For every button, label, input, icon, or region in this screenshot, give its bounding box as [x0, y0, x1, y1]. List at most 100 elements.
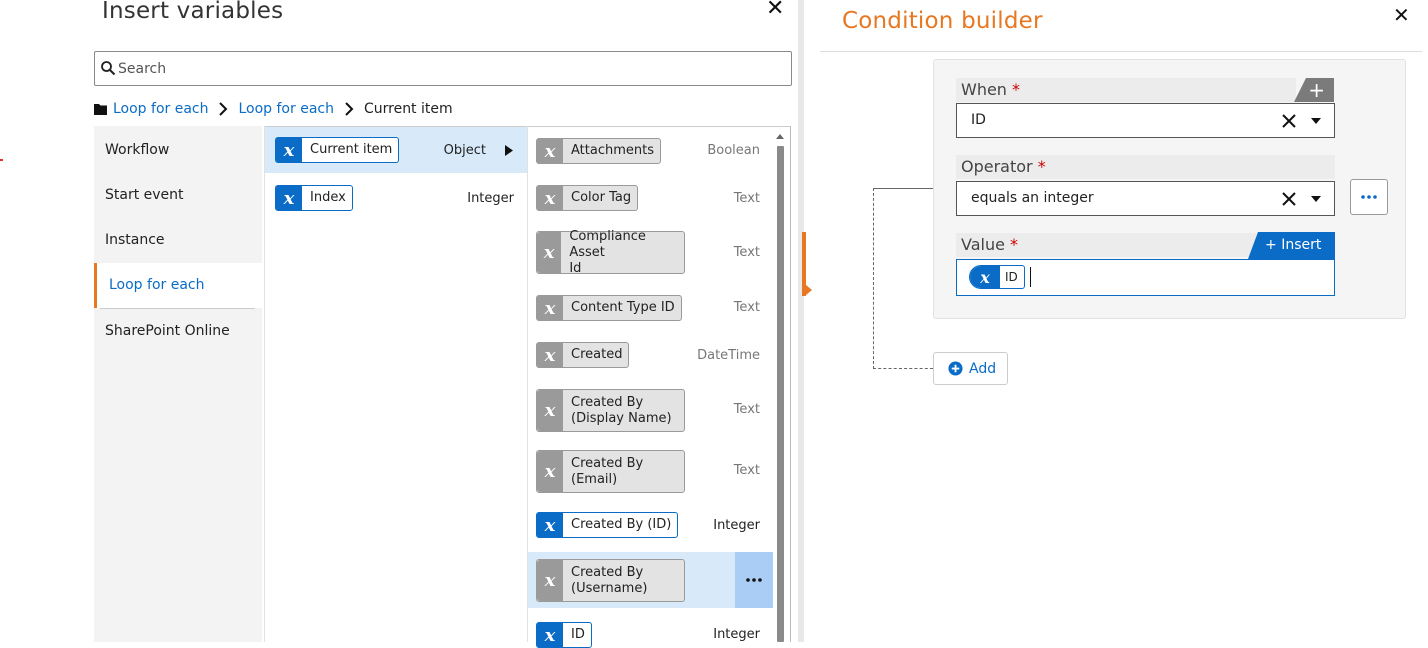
- caret-right-icon[interactable]: [505, 145, 513, 156]
- variable-token-id[interactable]: x ID: [536, 622, 592, 648]
- variable-token-current-item[interactable]: x Current item: [275, 137, 400, 163]
- when-field[interactable]: ID: [956, 103, 1335, 138]
- operator-value: equals an integer: [971, 190, 1094, 206]
- plus-icon: +: [1265, 237, 1277, 253]
- variable-type: Text: [733, 245, 760, 260]
- variable-type: Text: [733, 463, 760, 478]
- variable-icon: x: [537, 560, 563, 601]
- divider: [100, 308, 255, 309]
- variable-token-label: Index: [310, 190, 346, 205]
- variable-token-index[interactable]: x Index: [275, 185, 353, 211]
- value-variable-token[interactable]: x ID: [969, 265, 1025, 289]
- value-label: Value *: [956, 233, 1256, 257]
- variable-token-compliance-asset-id[interactable]: x Compliance Asset Id: [536, 228, 685, 276]
- breadcrumb-current: Current item: [363, 101, 453, 117]
- text-cursor: [1030, 267, 1031, 287]
- variable-token-label: Created By (Email): [571, 455, 644, 487]
- nav-item-instance[interactable]: Instance: [94, 218, 262, 263]
- variable-type: Text: [733, 402, 760, 417]
- tree-connector: [873, 368, 933, 369]
- variable-token-created-by-username[interactable]: x Created By (Username): [536, 559, 685, 602]
- variable-token-created-by-display-name[interactable]: x Created By (Display Name): [536, 389, 685, 432]
- variable-icon: x: [537, 451, 563, 492]
- variable-icon: x: [537, 185, 563, 211]
- edge-marker: [0, 159, 3, 161]
- variable-token-label: Created By (Username): [571, 564, 648, 596]
- variable-icon: x: [970, 266, 1000, 288]
- nav-item-start-event[interactable]: Start event: [94, 173, 262, 218]
- nav-item-sharepoint-online[interactable]: SharePoint Online: [94, 309, 262, 354]
- variable-type: Text: [733, 300, 760, 315]
- condition-builder-title: Condition builder: [842, 8, 1043, 34]
- variable-type: Object: [443, 143, 486, 158]
- breadcrumb-link-2[interactable]: Loop for each: [238, 101, 333, 117]
- divider: [790, 126, 791, 642]
- insert-variables-title: Insert variables: [102, 0, 284, 24]
- variable-type: DateTime: [697, 348, 760, 363]
- scrollbar-thumb[interactable]: [777, 146, 784, 642]
- more-options-button[interactable]: [1350, 179, 1388, 215]
- tree-connector: [873, 188, 933, 189]
- variable-token-created[interactable]: x Created: [536, 342, 630, 368]
- search-input[interactable]: [118, 56, 778, 82]
- nav-background: [94, 370, 262, 642]
- variable-icon: x: [537, 342, 563, 368]
- variable-type: Text: [733, 191, 760, 206]
- folder-icon: [94, 104, 107, 115]
- variable-token-label: Attachments: [571, 143, 654, 158]
- clear-icon[interactable]: [1282, 114, 1296, 128]
- more-options-button[interactable]: [735, 552, 773, 608]
- chevron-right-icon: [219, 102, 228, 116]
- dropdown-caret-icon[interactable]: [1311, 196, 1321, 202]
- variable-type: Integer: [713, 627, 760, 642]
- variable-icon: x: [537, 512, 563, 538]
- tree-connector: [873, 188, 874, 369]
- variable-token-label: Created By (ID): [571, 517, 672, 532]
- ellipsis-icon: [746, 578, 762, 582]
- breadcrumb-link-1[interactable]: Loop for each: [113, 101, 208, 117]
- variable-token-attachments[interactable]: x Attachments: [536, 138, 661, 164]
- add-circle-icon: [948, 361, 963, 376]
- variable-icon: x: [537, 232, 562, 273]
- variable-icon: x: [537, 390, 563, 431]
- close-icon[interactable]: ✕: [766, 0, 784, 21]
- operator-label: Operator *: [956, 155, 1335, 179]
- nav-item-workflow[interactable]: Workflow: [94, 128, 262, 173]
- when-value: ID: [971, 112, 986, 128]
- operator-field[interactable]: equals an integer: [956, 181, 1335, 216]
- variable-token-label: ID: [1005, 270, 1018, 284]
- variable-token-label: Current item: [310, 142, 393, 157]
- variable-token-created-by-id[interactable]: x Created By (ID): [536, 512, 679, 538]
- divider: [264, 126, 265, 642]
- dropdown-caret-icon[interactable]: [1311, 118, 1321, 124]
- variable-token-label: Created: [571, 347, 623, 362]
- variable-icon: x: [276, 185, 302, 211]
- scroll-up-arrow-icon[interactable]: [775, 131, 785, 141]
- divider: [820, 51, 1422, 52]
- chevron-right-icon: [345, 102, 354, 116]
- nav-item-loop-for-each[interactable]: Loop for each: [94, 263, 262, 308]
- variable-type: Integer: [467, 191, 514, 206]
- variable-token-label: Created By (Display Name): [571, 394, 672, 426]
- ellipsis-icon: [1361, 195, 1377, 199]
- variable-token-label: Color Tag: [571, 190, 632, 205]
- variable-token-color-tag[interactable]: x Color Tag: [536, 185, 639, 211]
- variable-icon: x: [276, 137, 302, 163]
- variable-category-nav: Workflow Start event Instance Loop for e…: [94, 126, 262, 370]
- insert-variable-button[interactable]: + Insert: [1248, 232, 1335, 259]
- variable-icon: x: [537, 295, 563, 321]
- close-icon[interactable]: ✕: [1393, 3, 1410, 27]
- search-icon: [101, 61, 116, 76]
- clear-icon[interactable]: [1282, 192, 1296, 206]
- variable-token-content-type-id[interactable]: x Content Type ID: [536, 295, 682, 321]
- variable-icon: x: [537, 138, 563, 164]
- add-label: Add: [969, 360, 997, 377]
- active-indicator-arrow: [806, 285, 812, 295]
- variable-token-label: Compliance Asset Id: [569, 228, 646, 276]
- when-label: When *: [956, 78, 1296, 102]
- variable-token-label: Content Type ID: [571, 300, 675, 315]
- variable-token-created-by-email[interactable]: x Created By (Email): [536, 450, 685, 493]
- variable-icon: x: [537, 622, 563, 648]
- add-condition-button[interactable]: Add: [933, 352, 1008, 385]
- breadcrumb: Loop for each Loop for each Current item: [94, 99, 453, 119]
